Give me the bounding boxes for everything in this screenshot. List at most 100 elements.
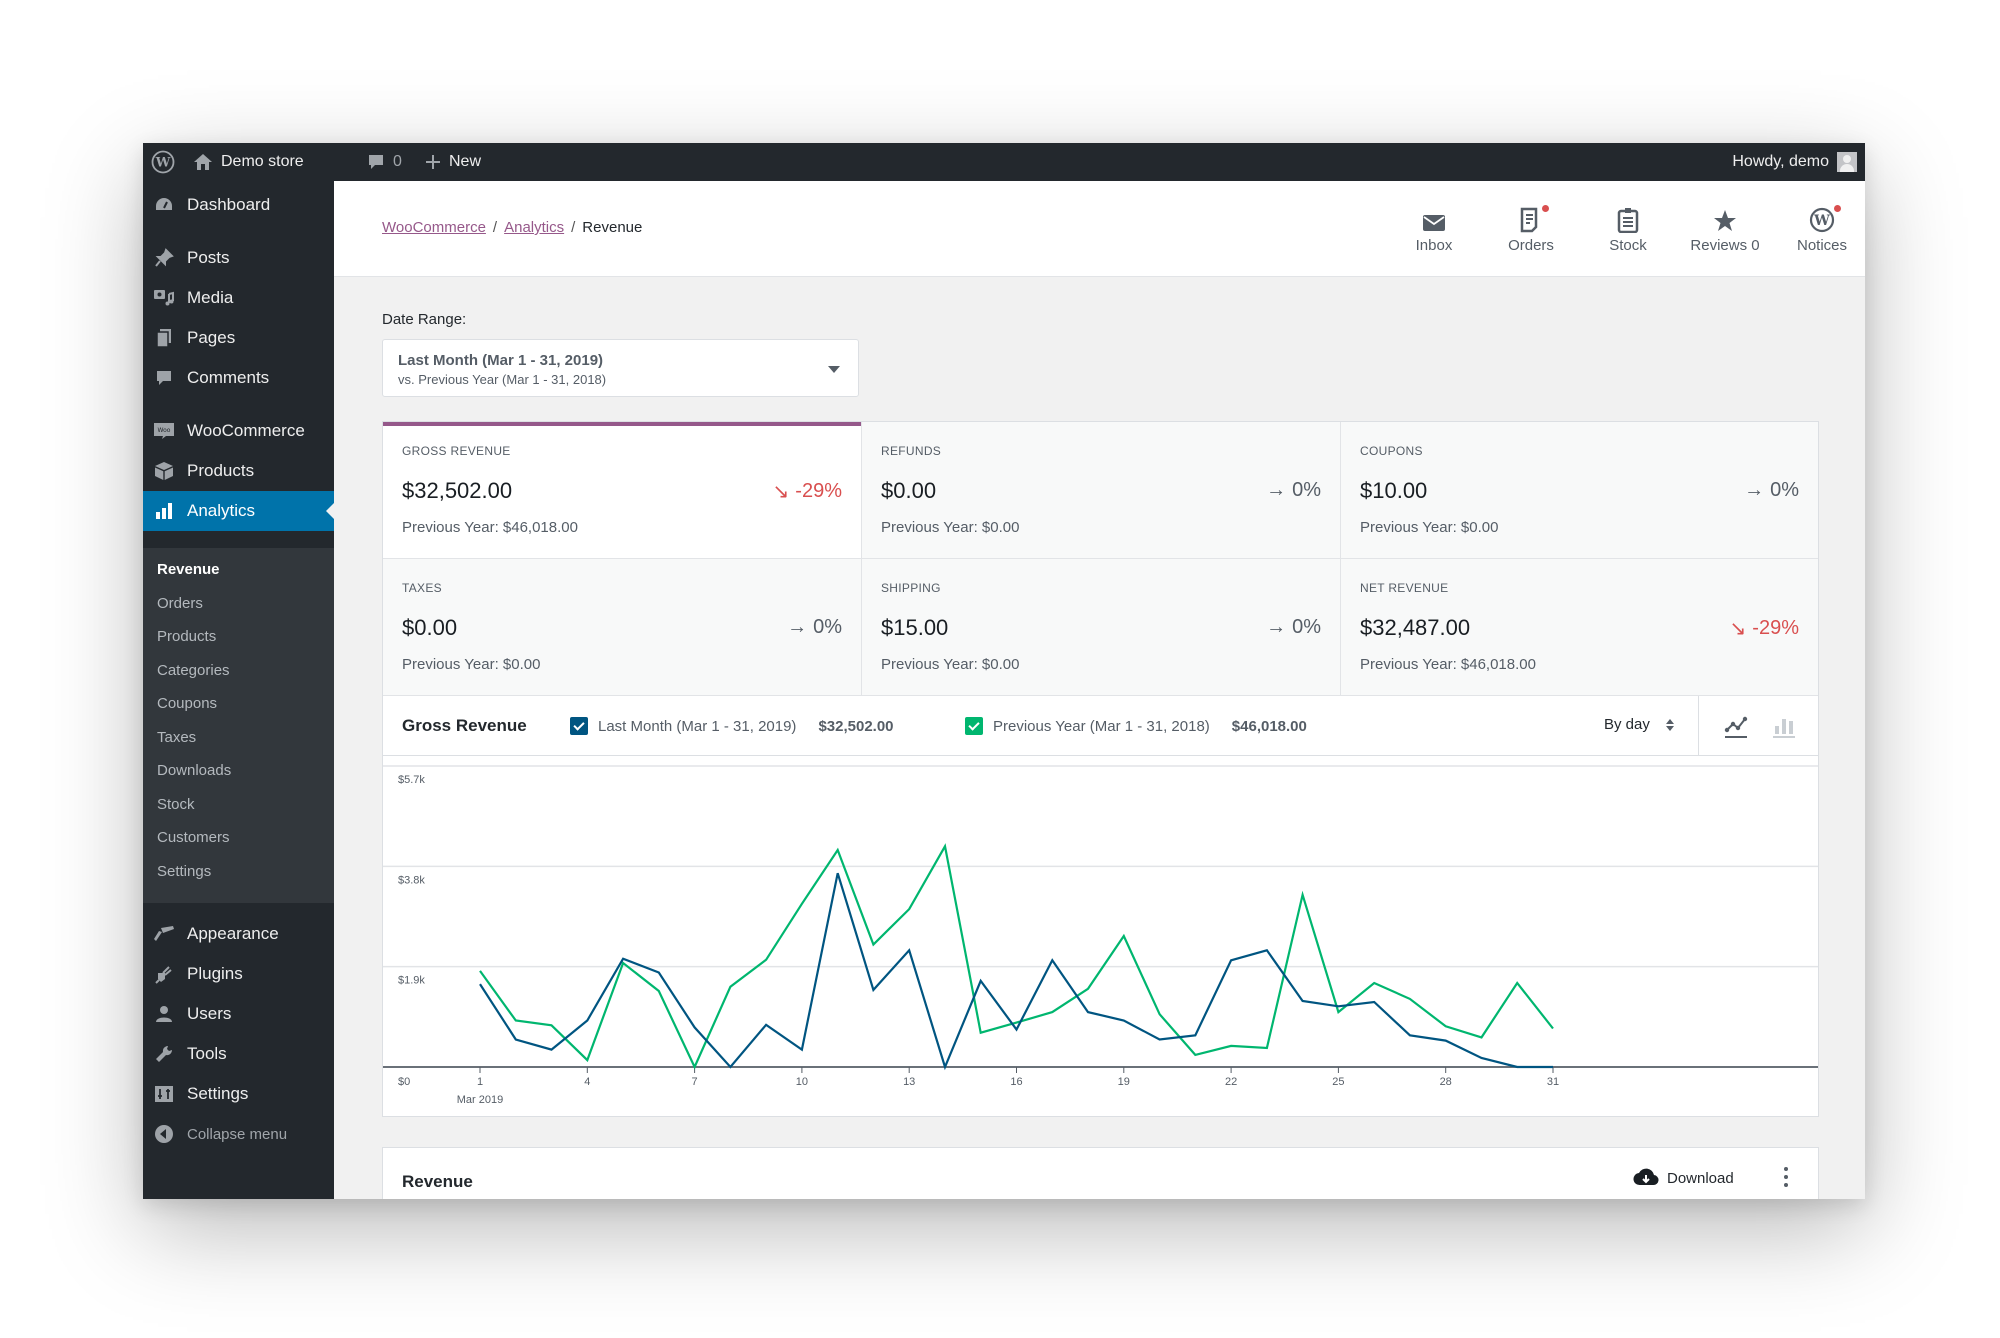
select-arrows-icon (1665, 718, 1674, 731)
activity-stock-button[interactable]: Stock (1583, 205, 1673, 254)
breadcrumb-woocommerce-link[interactable]: WooCommerce (382, 219, 486, 236)
cloud-download-icon (1633, 1168, 1659, 1186)
wrench-icon (153, 1043, 175, 1065)
arrow-right-icon: → (1744, 479, 1765, 501)
y-tick-label: $3.8k (398, 874, 425, 886)
submenu-item-coupons[interactable]: Coupons (157, 695, 217, 712)
interval-select[interactable]: By day (1604, 716, 1674, 733)
submenu-item-orders[interactable]: Orders (157, 595, 203, 612)
kebab-dot (1784, 1175, 1788, 1179)
collapse-menu-button[interactable]: Collapse menu (143, 1114, 334, 1154)
download-button[interactable]: Download (1633, 1168, 1734, 1188)
submenu-item-settings[interactable]: Settings (157, 863, 211, 880)
submenu-item-categories[interactable]: Categories (157, 662, 230, 679)
media-icon (153, 287, 175, 309)
legend-label: Previous Year (Mar 1 - 31, 2018) (993, 717, 1210, 735)
download-label: Download (1667, 1169, 1734, 1187)
submenu-item-products[interactable]: Products (157, 628, 216, 645)
plus-icon (426, 155, 440, 169)
sidebar-item-comments[interactable]: Comments (143, 358, 334, 398)
sidebar-item-label: Posts (187, 248, 230, 267)
y-tick-label: $5.7k (398, 774, 425, 786)
bar-chart-type-button[interactable] (1769, 711, 1799, 741)
plug-icon (153, 963, 175, 985)
date-range-picker[interactable]: Last Month (Mar 1 - 31, 2019) vs. Previo… (382, 339, 859, 397)
activity-notices-button[interactable]: W Notices (1777, 205, 1865, 254)
breadcrumb: WooCommerce / Analytics / Revenue (382, 219, 642, 236)
summary-tile-taxes[interactable]: TAXES $0.00 → 0% Previous Year: $0.00 (383, 559, 862, 696)
arrow-down-right-icon: ↘ (1729, 618, 1747, 640)
tile-delta-value: -29% (1752, 617, 1799, 639)
user-icon (153, 1003, 175, 1025)
activity-inbox-button[interactable]: Inbox (1389, 205, 1479, 254)
x-tick-label: 10 (796, 1076, 808, 1088)
pages-icon (153, 327, 175, 349)
interval-value: By day (1604, 716, 1650, 733)
line-chart-type-button[interactable] (1721, 711, 1751, 741)
sidebar-item-label: Users (187, 1004, 232, 1023)
submenu-item-customers[interactable]: Customers (157, 829, 230, 846)
tile-value: $32,487.00 (1360, 615, 1471, 640)
sidebar-item-users[interactable]: Users (143, 994, 334, 1034)
sidebar-item-dashboard[interactable]: Dashboard (143, 185, 334, 225)
x-axis-label: Mar 2019 (457, 1094, 503, 1106)
summary-tile-net-revenue[interactable]: NET REVENUE $32,487.00 ↘ -29% Previous Ye… (1341, 559, 1818, 696)
sidebar-item-label: Products (187, 461, 255, 480)
activity-orders-button[interactable]: Orders (1486, 205, 1576, 254)
breadcrumb-separator: / (492, 219, 498, 236)
wordpress-icon: W (151, 150, 175, 174)
svg-text:Woo: Woo (158, 427, 171, 434)
tile-delta: → 0% (1744, 479, 1799, 502)
tile-delta: ↘ -29% (773, 479, 842, 504)
summary-numbers: GROSS REVENUE $32,502.00 ↘ -29% Previous … (382, 421, 1819, 696)
avatar (1837, 152, 1857, 172)
tile-value: $0.00 (402, 615, 458, 640)
site-name-link[interactable]: Demo store (193, 143, 304, 181)
submenu-item-revenue[interactable]: Revenue (157, 561, 220, 578)
sidebar-item-appearance[interactable]: Appearance (143, 914, 334, 954)
chart-card: Gross Revenue Last Month (Mar 1 - 31, 20… (382, 696, 1819, 1117)
sidebar-item-woocommerce[interactable]: Woo WooCommerce (143, 411, 334, 451)
activity-label: Stock (1609, 237, 1647, 254)
comments-link[interactable]: 0 (367, 143, 402, 181)
sidebar-item-label: Tools (187, 1044, 227, 1063)
new-content-link[interactable]: New (425, 143, 481, 181)
submenu-item-downloads[interactable]: Downloads (157, 762, 231, 779)
breadcrumb-analytics-link[interactable]: Analytics (504, 219, 564, 236)
sidebar-item-posts[interactable]: Posts (143, 238, 334, 278)
legend-item-last-month[interactable]: Last Month (Mar 1 - 31, 2019) $32,502.00 (570, 717, 894, 735)
y-tick-label: $0 (398, 1076, 410, 1088)
sidebar-item-plugins[interactable]: Plugins (143, 954, 334, 994)
sidebar-item-tools[interactable]: Tools (143, 1034, 334, 1074)
wordpress-logo-button[interactable]: W (151, 143, 175, 181)
star-icon (1714, 210, 1736, 231)
account-menu[interactable]: Howdy, demo (1732, 143, 1857, 181)
breadcrumb-current: Revenue (582, 219, 643, 236)
summary-tile-gross-revenue[interactable]: GROSS REVENUE $32,502.00 ↘ -29% Previous … (383, 422, 862, 559)
submenu-item-stock[interactable]: Stock (157, 796, 195, 813)
submenu-item-taxes[interactable]: Taxes (157, 729, 196, 746)
summary-tile-coupons[interactable]: COUPONS $10.00 → 0% Previous Year: $0.00 (1341, 422, 1818, 559)
more-options-button[interactable] (1784, 1167, 1790, 1187)
sidebar-item-pages[interactable]: Pages (143, 318, 334, 358)
sidebar-item-media[interactable]: Media (143, 278, 334, 318)
arrow-right-icon: → (1266, 616, 1287, 638)
activity-reviews-button[interactable]: Reviews 0 (1680, 205, 1770, 254)
envelope-icon (1423, 215, 1445, 231)
howdy-text: Howdy, demo (1732, 153, 1829, 170)
summary-tile-shipping[interactable]: SHIPPING $15.00 → 0% Previous Year: $0.00 (862, 559, 1341, 696)
tile-delta: ↘ -29% (1730, 616, 1799, 641)
sidebar-item-settings[interactable]: Settings (143, 1074, 334, 1114)
checkbox-checked-icon[interactable] (570, 717, 588, 735)
legend-item-previous-year[interactable]: Previous Year (Mar 1 - 31, 2018) $46,018… (965, 717, 1307, 735)
sidebar-item-products[interactable]: Products (143, 451, 334, 491)
box-icon (153, 460, 175, 482)
tile-value: $10.00 (1360, 478, 1428, 503)
sidebar-item-analytics[interactable]: Analytics (143, 491, 334, 531)
x-tick-label: 28 (1440, 1076, 1452, 1088)
summary-tile-refunds[interactable]: REFUNDS $0.00 → 0% Previous Year: $0.00 (862, 422, 1341, 559)
tile-previous: Previous Year: $0.00 (881, 656, 1020, 673)
checkbox-checked-icon[interactable] (965, 717, 983, 735)
activity-label: Reviews 0 (1690, 237, 1760, 254)
arrow-right-icon: → (1266, 479, 1287, 501)
